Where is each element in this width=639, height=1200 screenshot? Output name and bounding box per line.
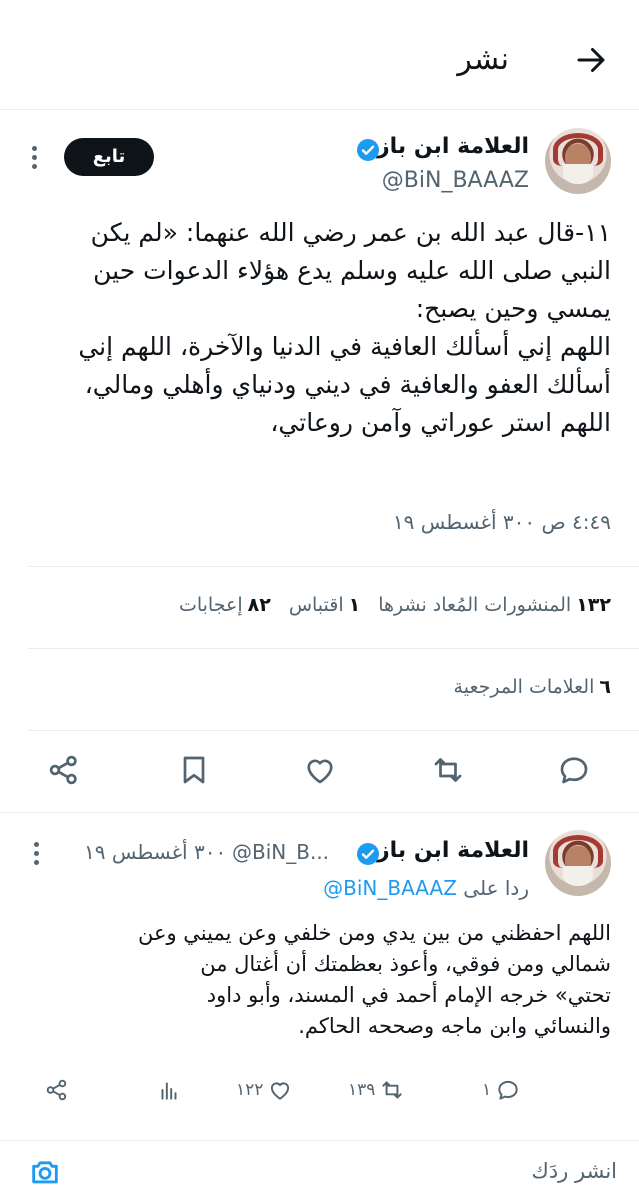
reply-analytics-button[interactable] bbox=[156, 1074, 182, 1106]
reply-like-button[interactable]: ١٢٢ bbox=[236, 1074, 293, 1106]
follow-button[interactable]: تابع bbox=[64, 138, 154, 176]
page-title: نشر bbox=[457, 42, 509, 77]
retweet-count: ١٣٩ bbox=[348, 1080, 376, 1100]
verified-badge-icon bbox=[357, 843, 379, 865]
share-icon bbox=[46, 1079, 67, 1101]
tweet-timestamp[interactable]: ٤:٤٩ ص ٣٠٠ أغسطس ١٩ bbox=[393, 510, 611, 534]
reply-date[interactable]: ٣٠٠ أغسطس ١٩ bbox=[84, 840, 226, 864]
compose-reply-input[interactable]: انشر ردَك bbox=[532, 1159, 617, 1183]
reply-author-name[interactable]: العلامة ابن باز bbox=[377, 838, 529, 863]
like-icon bbox=[271, 1082, 290, 1100]
replying-to: ردا على @BiN_BAAAZ bbox=[323, 876, 529, 900]
replying-to-handle[interactable]: @BiN_BAAAZ bbox=[323, 876, 457, 900]
more-options-icon[interactable] bbox=[32, 842, 40, 865]
more-options-icon[interactable] bbox=[30, 146, 38, 169]
divider bbox=[28, 730, 639, 731]
arrow-right-icon[interactable] bbox=[573, 42, 609, 78]
divider bbox=[0, 812, 639, 813]
reply-actions: ١ ١٣٩ ١٢٢ bbox=[0, 1070, 639, 1110]
reposts-stat[interactable]: ١٣٢المنشورات المُعاد نشرها bbox=[378, 594, 611, 616]
quotes-stat[interactable]: ١اقتباس bbox=[289, 594, 360, 616]
tweet-text: ١١-قال عبد الله بن عمر رضي الله عنهما: «… bbox=[78, 218, 611, 437]
reply-reply-button[interactable]: ١ bbox=[482, 1074, 521, 1106]
divider bbox=[28, 648, 639, 649]
divider bbox=[28, 566, 639, 567]
camera-icon[interactable] bbox=[28, 1155, 62, 1189]
reply-handle[interactable]: @BiN_B... bbox=[232, 840, 329, 864]
avatar[interactable] bbox=[545, 128, 611, 194]
retweet-icon[interactable] bbox=[430, 752, 466, 788]
analytics-icon bbox=[161, 1082, 177, 1100]
retweet-icon bbox=[382, 1081, 403, 1099]
share-icon[interactable] bbox=[46, 752, 82, 788]
author-handle[interactable]: @BiN_BAAAZ bbox=[382, 168, 529, 193]
tweet-actions bbox=[0, 742, 639, 798]
likes-stat[interactable]: ٨٢إعجابات bbox=[179, 594, 271, 616]
reply-share-button[interactable] bbox=[44, 1074, 70, 1106]
verified-badge-icon bbox=[357, 139, 379, 161]
top-bar: نشر bbox=[0, 0, 639, 110]
reply-text: اللهم احفظني من بين يدي ومن خلفي وعن يمي… bbox=[137, 921, 611, 1038]
reply-retweet-button[interactable]: ١٣٩ bbox=[348, 1074, 405, 1106]
reply-icon bbox=[498, 1080, 518, 1100]
reply-avatar[interactable] bbox=[545, 830, 611, 896]
like-count: ١٢٢ bbox=[236, 1080, 264, 1100]
reply-icon[interactable] bbox=[556, 752, 592, 788]
reply-count: ١ bbox=[482, 1080, 492, 1100]
author-name[interactable]: العلامة ابن باز bbox=[377, 134, 529, 159]
compose-reply-bar[interactable]: انشر ردَك bbox=[0, 1140, 639, 1200]
engagement-stats: ١٣٢المنشورات المُعاد نشرها ١اقتباس ٨٢إعج… bbox=[179, 594, 611, 616]
bookmark-icon[interactable] bbox=[176, 752, 212, 788]
like-icon[interactable] bbox=[302, 752, 338, 788]
bookmarks-stat[interactable]: ٦العلامات المرجعية bbox=[454, 676, 611, 698]
